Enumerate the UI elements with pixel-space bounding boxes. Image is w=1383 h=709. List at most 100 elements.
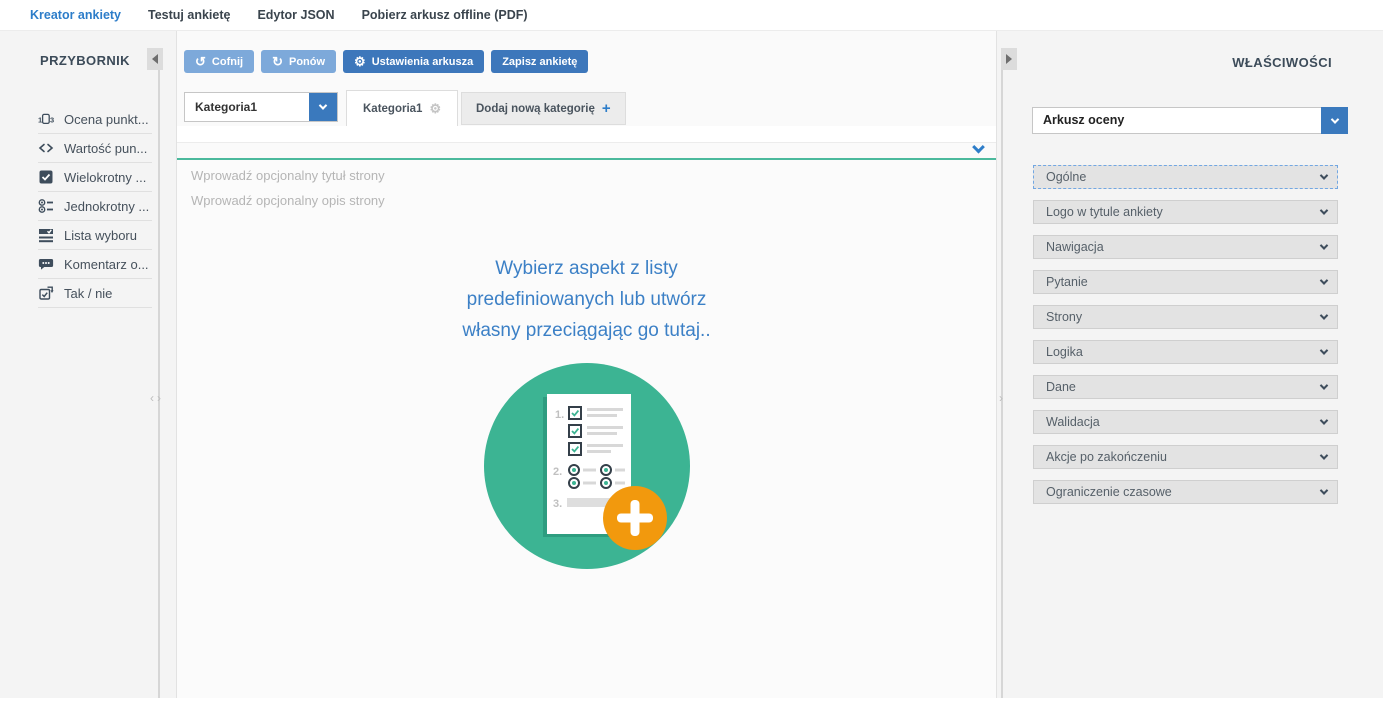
empty-message-line: Wybierz aspekt z listy: [177, 253, 996, 284]
tab-edytor-json[interactable]: Edytor JSON: [257, 8, 334, 22]
dropdown-icon: [38, 227, 54, 243]
plus-icon: +: [602, 101, 611, 116]
chevron-down-icon: [1320, 486, 1328, 494]
accordion-section-ograniczenie[interactable]: Ograniczenie czasowe: [1033, 480, 1338, 504]
chevron-down-icon: [1320, 241, 1328, 249]
page-title-input[interactable]: Wprowadź opcjonalny tytuł strony: [191, 168, 385, 183]
save-survey-button[interactable]: Zapisz ankietę: [491, 50, 588, 73]
accordion-section-dane[interactable]: Dane: [1033, 375, 1338, 399]
toolbox-item-boolean[interactable]: Tak / nie: [38, 279, 152, 308]
accordion-section-strony[interactable]: Strony: [1033, 305, 1338, 329]
collapse-toolbox-button[interactable]: [147, 48, 163, 70]
category-dropdown[interactable]: Kategoria1: [184, 92, 338, 122]
chevron-left-icon: [152, 54, 158, 64]
toolbox-item-label: Wartość pun...: [64, 141, 147, 156]
chevron-down-icon: [1320, 311, 1328, 319]
accordion-label: Dane: [1046, 380, 1076, 394]
object-selector-button[interactable]: [1321, 107, 1348, 134]
settings-label: Ustawienia arkusza: [372, 56, 474, 68]
accordion-label: Pytanie: [1046, 275, 1088, 289]
page-drop-area[interactable]: Wprowadź opcjonalny tytuł strony Wprowad…: [177, 160, 996, 698]
object-selector-dropdown[interactable]: Arkusz oceny: [1032, 107, 1348, 134]
chevron-down-icon: [1330, 115, 1338, 123]
boolean-icon: [38, 285, 54, 301]
add-category-tab[interactable]: Dodaj nową kategorię +: [461, 92, 626, 125]
collapse-properties-button[interactable]: [1001, 48, 1017, 70]
svg-text:3: 3: [50, 116, 54, 125]
undo-button[interactable]: ↺ Cofnij: [184, 50, 254, 73]
accordion-section-walidacja[interactable]: Walidacja: [1033, 410, 1338, 434]
accordion-section-logo[interactable]: Logo w tytule ankiety: [1033, 200, 1338, 224]
accordion-section-logika[interactable]: Logika: [1033, 340, 1338, 364]
accordion-label: Ogólne: [1046, 170, 1086, 184]
toolbox-item-radiogroup[interactable]: Jednokrotny ...: [38, 192, 152, 221]
toolbox-item-label: Tak / nie: [64, 286, 112, 301]
accordion-section-pytanie[interactable]: Pytanie: [1033, 270, 1338, 294]
chevron-down-icon: [1320, 416, 1328, 424]
toolbox-item-label: Wielokrotny ...: [64, 170, 146, 185]
left-splitter[interactable]: [158, 48, 160, 698]
empty-page-message: Wybierz aspekt z listy predefiniowanych …: [177, 253, 996, 346]
page-collapse-button[interactable]: [974, 140, 983, 158]
accordion-section-nawigacja[interactable]: Nawigacja: [1033, 235, 1338, 259]
chevron-down-icon: [1320, 276, 1328, 284]
checkbox-icon: [38, 169, 54, 185]
undo-icon: ↺: [195, 55, 206, 68]
category-tab[interactable]: Kategoria1 ⚙: [346, 90, 458, 126]
survey-illustration-icon: 1. 2.: [484, 363, 690, 569]
chevron-down-icon: [319, 101, 327, 109]
gear-icon: ⚙: [354, 55, 366, 68]
toolbox-item-label: Jednokrotny ...: [64, 199, 149, 214]
accordion-label: Strony: [1046, 310, 1082, 324]
chevron-right-icon: [1006, 54, 1012, 64]
toolbox-item-checkbox[interactable]: Wielokrotny ...: [38, 163, 152, 192]
main-tab-bar: Kreator ankiety Testuj ankietę Edytor JS…: [0, 0, 1383, 31]
page-description-input[interactable]: Wprowadź opcjonalny opis strony: [191, 193, 385, 208]
empty-message-line: predefiniowanych lub utwórz: [177, 284, 996, 315]
radiogroup-icon: [38, 198, 54, 214]
designer-panel: ↺ Cofnij ↻ Ponów ⚙ Ustawienia arkusza Za…: [176, 31, 997, 698]
add-category-label: Dodaj nową kategorię: [476, 103, 595, 115]
accordion-section-ogolne[interactable]: Ogólne: [1033, 165, 1338, 189]
toolbox-list: 13 Ocena punkt... Wartość pun... Wielokr…: [38, 105, 152, 308]
category-settings-icon[interactable]: ⚙: [429, 101, 441, 117]
survey-settings-button[interactable]: ⚙ Ustawienia arkusza: [343, 50, 484, 73]
redo-button[interactable]: ↻ Ponów: [261, 50, 336, 73]
tab-pobierz-pdf[interactable]: Pobierz arkusz offline (PDF): [362, 8, 528, 22]
accordion-label: Nawigacja: [1046, 240, 1104, 254]
category-dropdown-button[interactable]: [309, 93, 337, 121]
survey-header-area: [177, 126, 996, 143]
accordion-label: Walidacja: [1046, 415, 1100, 429]
toolbox-item-comment[interactable]: Komentarz o...: [38, 250, 152, 279]
designer-toolbar: ↺ Cofnij ↻ Ponów ⚙ Ustawienia arkusza Za…: [184, 50, 588, 73]
toolbox-item-rating[interactable]: 13 Ocena punkt...: [38, 105, 152, 134]
right-splitter[interactable]: [1001, 48, 1003, 698]
svg-text:1: 1: [38, 116, 42, 125]
tab-testuj-ankiete[interactable]: Testuj ankietę: [148, 8, 230, 22]
rating-icon: 13: [38, 111, 54, 127]
chevron-down-icon: [1320, 346, 1328, 354]
tab-kreator-ankiety[interactable]: Kreator ankiety: [30, 8, 121, 22]
empty-message-line: własny przeciągając go tutaj..: [177, 315, 996, 346]
svg-text:2.: 2.: [553, 466, 562, 478]
comment-icon: [38, 256, 54, 272]
accordion-label: Logo w tytule ankiety: [1046, 205, 1163, 219]
properties-title: WŁAŚCIWOŚCI: [1232, 55, 1332, 70]
properties-accordion: Ogólne Logo w tytule ankiety Nawigacja P…: [1033, 165, 1338, 515]
left-splitter-handle[interactable]: ‹ ›: [150, 391, 162, 405]
accordion-label: Ograniczenie czasowe: [1046, 485, 1172, 499]
toolbox-item-dropdown[interactable]: Lista wyboru: [38, 221, 152, 250]
object-selector-value: Arkusz oceny: [1043, 108, 1124, 133]
category-dropdown-value: Kategoria1: [195, 93, 257, 121]
empty-page-illustration: 1. 2.: [484, 363, 690, 569]
toolbox-title: PRZYBORNIK: [40, 53, 130, 68]
undo-label: Cofnij: [212, 56, 243, 68]
toolbox-item-value[interactable]: Wartość pun...: [38, 134, 152, 163]
accordion-section-akcje[interactable]: Akcje po zakończeniu: [1033, 445, 1338, 469]
toolbox-item-label: Ocena punkt...: [64, 112, 149, 127]
chevron-down-icon: [1320, 171, 1328, 179]
toolbox-item-label: Lista wyboru: [64, 228, 137, 243]
value-icon: [38, 140, 54, 156]
svg-text:3.: 3.: [553, 498, 562, 510]
redo-icon: ↻: [272, 55, 283, 68]
